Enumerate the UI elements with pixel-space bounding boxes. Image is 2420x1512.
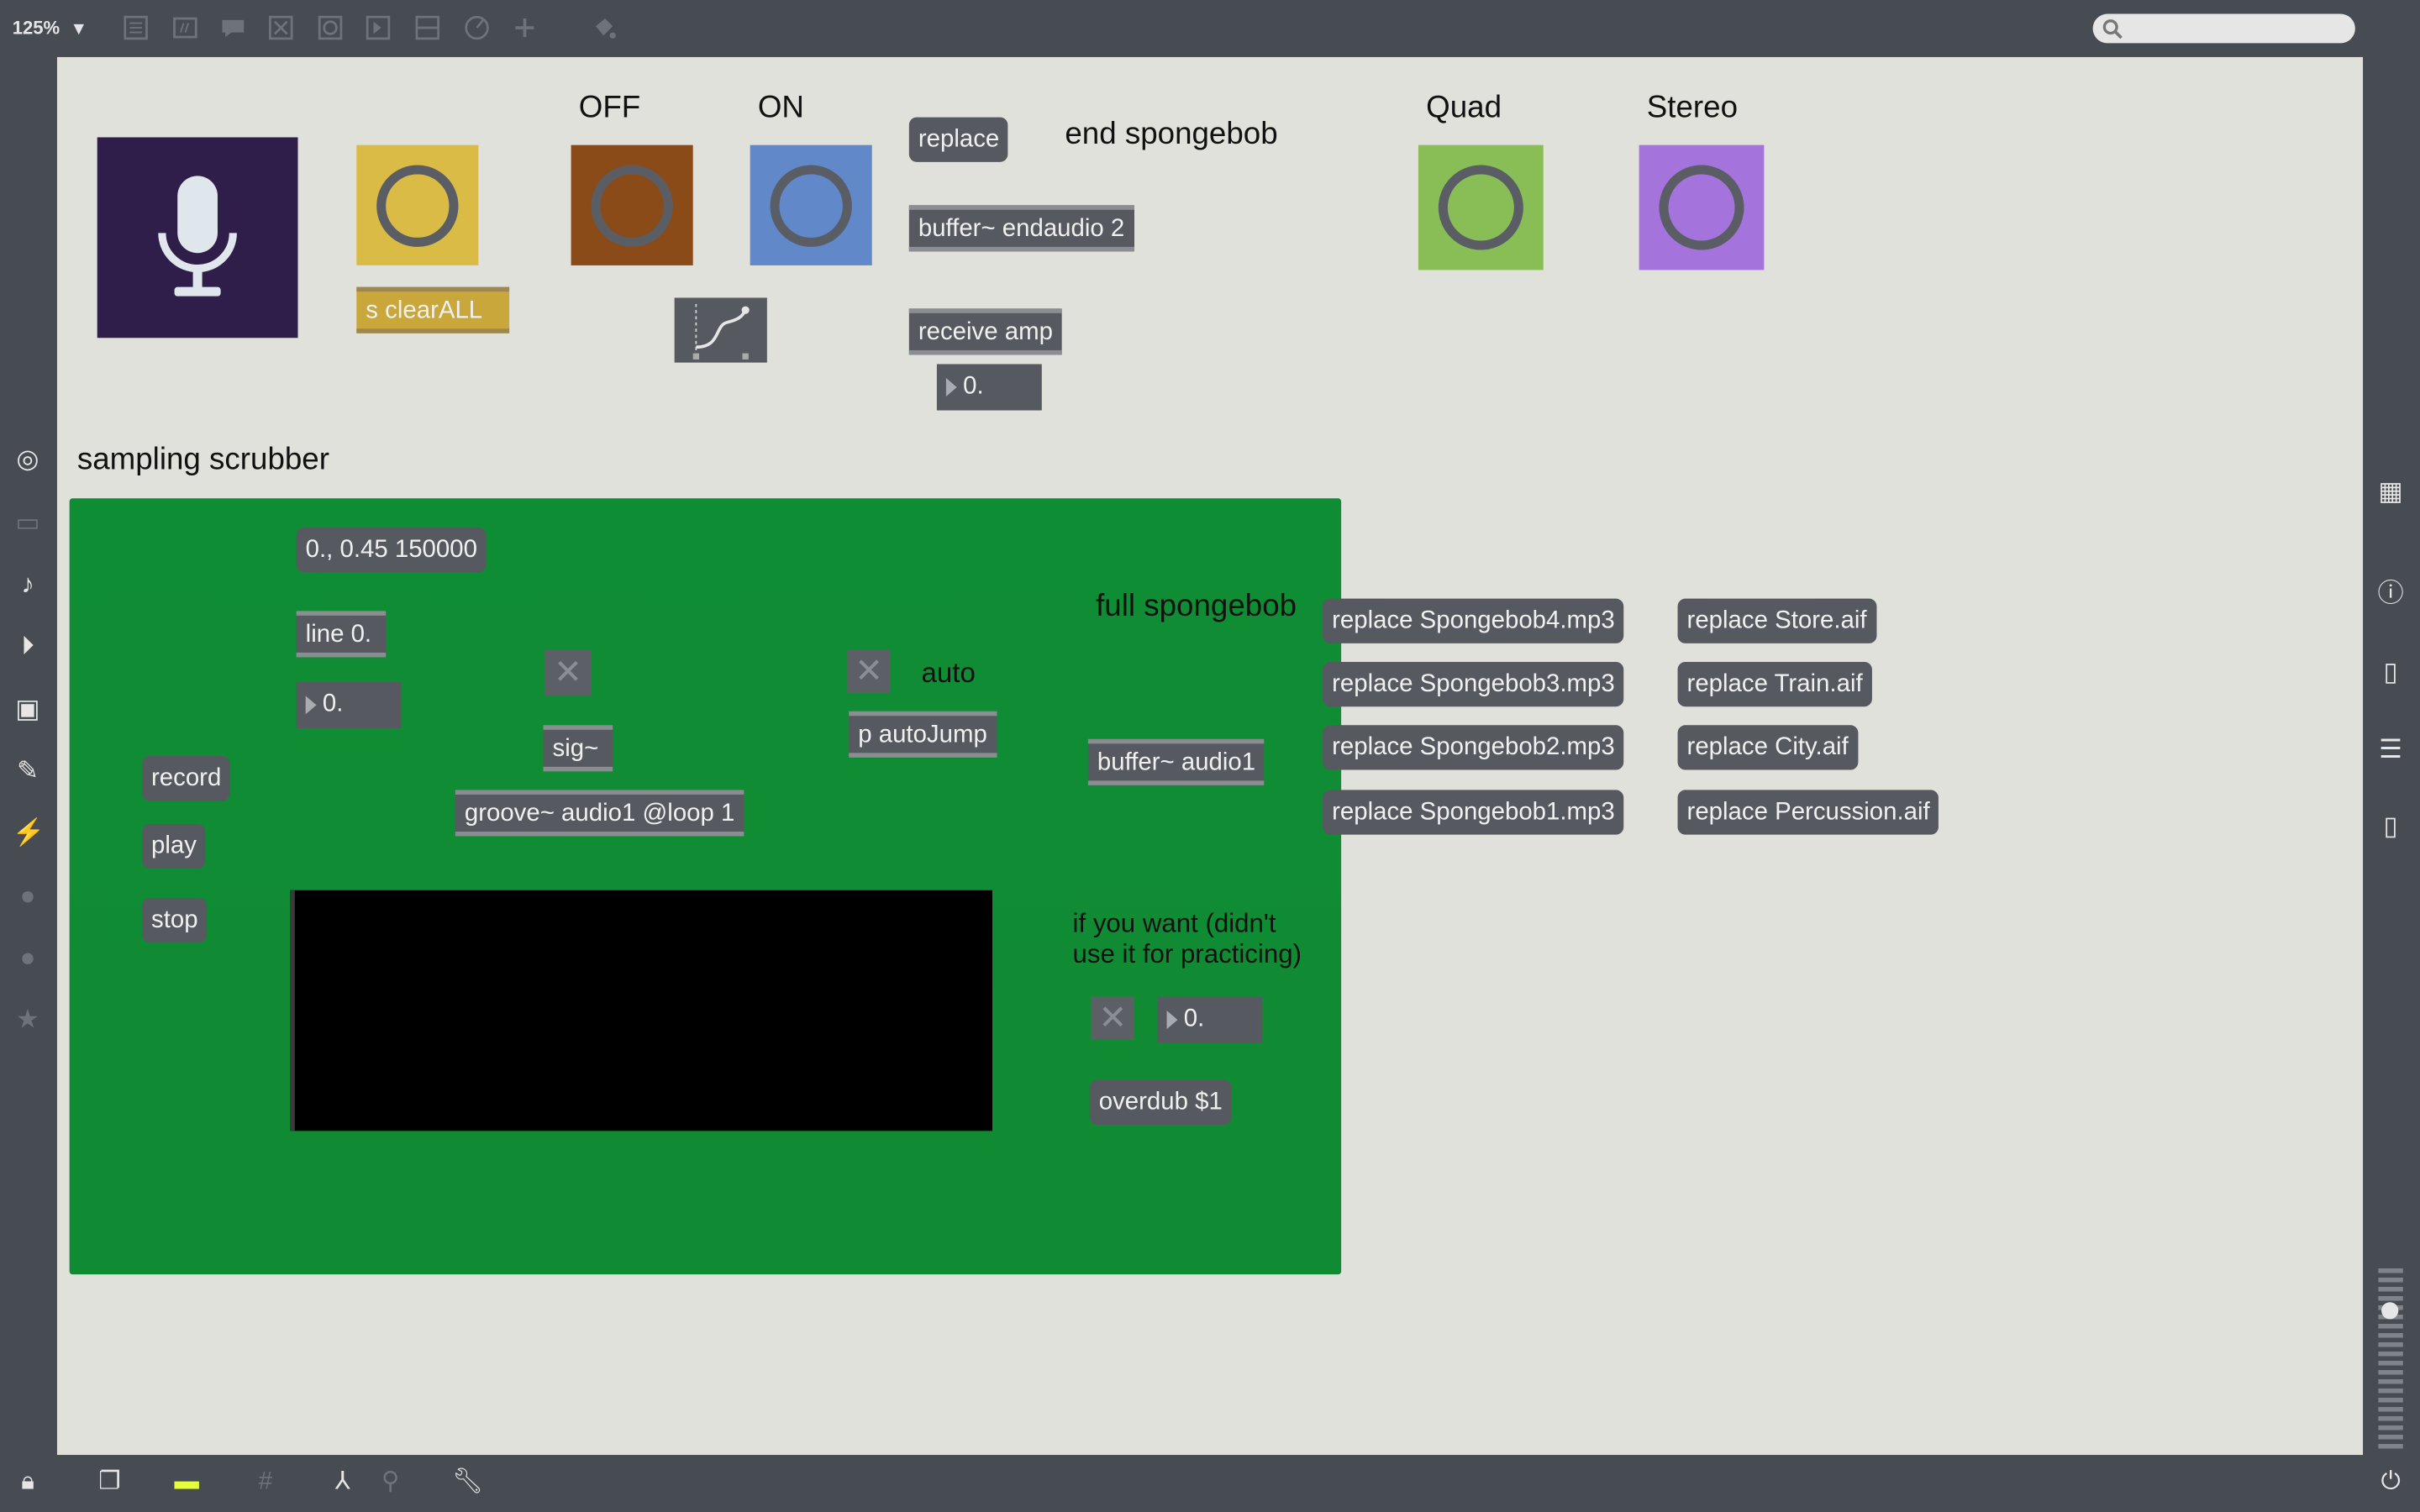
off-button[interactable] xyxy=(571,144,693,265)
keyboard-icon[interactable]: ▦ xyxy=(2375,477,2407,508)
music-note-icon[interactable]: ♪ xyxy=(13,570,44,601)
autojump-object[interactable]: p autoJump xyxy=(849,711,997,758)
function-curve-object[interactable] xyxy=(674,297,767,363)
star-icon[interactable]: ★ xyxy=(13,1005,44,1036)
inspector-icon[interactable] xyxy=(122,14,150,42)
plug-icon[interactable]: ⚡ xyxy=(13,817,45,848)
zoom-menu[interactable]: 125% ▾ xyxy=(13,17,84,39)
stereo-button[interactable] xyxy=(1639,144,1765,270)
button-ring xyxy=(591,165,673,247)
amp-number-box[interactable]: 0. xyxy=(936,364,1042,411)
reference-icon[interactable]: ▯ xyxy=(2375,811,2407,843)
vimeo-icon[interactable]: ● xyxy=(13,881,44,912)
chevron-down-icon: ▾ xyxy=(74,17,84,39)
plus-icon[interactable] xyxy=(511,14,539,42)
replace-percussion-message[interactable]: replace Percussion.aif xyxy=(1677,790,1939,835)
info-icon[interactable]: ⓘ xyxy=(2375,579,2407,610)
replace-message[interactable]: replace xyxy=(908,117,1009,162)
book-icon[interactable]: ▯ xyxy=(2375,657,2407,688)
clear-all-button[interactable] xyxy=(356,144,479,265)
list-icon[interactable]: ☰ xyxy=(2375,734,2407,765)
button-ring xyxy=(1438,165,1523,250)
search-input[interactable] xyxy=(2092,13,2355,44)
volume-meter[interactable] xyxy=(2378,1268,2403,1451)
comment-icon[interactable] xyxy=(219,14,247,42)
curve-icon xyxy=(692,303,750,360)
button-ring xyxy=(1659,165,1744,250)
overdub-toggle[interactable]: ✕ xyxy=(1091,996,1134,1040)
play-list-icon[interactable]: ⏵ xyxy=(13,631,44,662)
overdub-message[interactable]: overdub $1 xyxy=(1089,1079,1232,1125)
stereo-label: Stereo xyxy=(1646,91,1739,125)
quad-button[interactable] xyxy=(1418,144,1544,270)
replace-train-message[interactable]: replace Train.aif xyxy=(1677,661,1872,707)
receive-amp-object[interactable]: receive amp xyxy=(908,308,1062,355)
auto-label: auto xyxy=(921,657,976,689)
full-spongebob-label: full spongebob xyxy=(1096,589,1297,624)
on-label: ON xyxy=(757,91,804,125)
buffer-audio1-object[interactable]: buffer~ audio1 xyxy=(1087,738,1265,785)
groove-object[interactable]: groove~ audio1 @loop 1 xyxy=(455,790,744,837)
hierarchy-icon[interactable]: ⅄ xyxy=(327,1467,358,1499)
replace-spongebob3-message[interactable]: replace Spongebob3.mp3 xyxy=(1323,661,1624,707)
line-number-box[interactable]: 0. xyxy=(296,681,402,728)
replace-spongebob1-message[interactable]: replace Spongebob1.mp3 xyxy=(1323,790,1624,835)
on-button[interactable] xyxy=(750,144,872,265)
mic-button[interactable] xyxy=(97,137,298,339)
replace-store-message[interactable]: replace Store.aif xyxy=(1677,598,1876,643)
waveform-display[interactable] xyxy=(290,890,993,1131)
replace-spongebob4-message[interactable]: replace Spongebob4.mp3 xyxy=(1323,598,1624,643)
slider-icon[interactable] xyxy=(413,14,441,42)
presentation-icon[interactable]: ▬ xyxy=(171,1467,203,1499)
image-icon[interactable]: ▣ xyxy=(13,695,44,726)
sampling-scrubber-label: sampling scrubber xyxy=(76,443,329,477)
bottom-toolbar xyxy=(0,1455,2420,1512)
play-message[interactable]: play xyxy=(141,823,206,869)
media-icon[interactable]: ▭ xyxy=(13,507,44,538)
auto-toggle[interactable]: ✕ xyxy=(847,649,891,693)
bang-icon[interactable] xyxy=(317,14,345,42)
attach-icon[interactable]: ⚲ xyxy=(375,1467,406,1499)
buffer-endaudio-object[interactable]: buffer~ endaudio 2 xyxy=(908,205,1134,252)
volume-slider-knob[interactable] xyxy=(2381,1302,2399,1320)
toggle-icon[interactable] xyxy=(267,14,295,42)
paperclip-icon[interactable]: ✎ xyxy=(13,756,44,787)
sig-object[interactable]: sig~ xyxy=(543,725,613,772)
windows-icon[interactable]: ❐ xyxy=(94,1467,125,1499)
sig-toggle[interactable]: ✕ xyxy=(544,649,592,696)
wrench-icon[interactable]: 🔧︎ xyxy=(452,1467,483,1499)
button-ring xyxy=(376,165,459,247)
paint-bucket-icon[interactable] xyxy=(590,14,618,42)
record-message[interactable]: record xyxy=(141,755,231,801)
end-spongebob-label: end spongebob xyxy=(1065,117,1278,151)
replace-city-message[interactable]: replace City.aif xyxy=(1677,725,1858,770)
b-icon[interactable]: ● xyxy=(13,942,44,974)
power-icon[interactable]: ⏻ xyxy=(2375,1467,2407,1499)
grid-icon[interactable]: # xyxy=(250,1467,281,1499)
microphone-icon xyxy=(158,176,237,297)
line-target-message[interactable]: 0., 0.45 150000 xyxy=(296,528,487,573)
s-clearall-object[interactable]: s clearALL xyxy=(356,286,510,333)
top-toolbar xyxy=(0,0,2420,57)
off-label: OFF xyxy=(578,91,641,125)
lock-icon[interactable]: 🔒︎ xyxy=(13,1467,44,1499)
search-icon xyxy=(2102,19,2123,39)
button-ring xyxy=(770,165,852,247)
overdub-number-box[interactable]: 0. xyxy=(1157,996,1263,1043)
message-box-icon[interactable] xyxy=(171,14,199,42)
dial-icon[interactable] xyxy=(463,14,491,42)
number-box-icon[interactable] xyxy=(364,14,392,42)
if-you-want-label: if you want (didn't use it for practicin… xyxy=(1072,908,1302,969)
line-object[interactable]: line 0. xyxy=(296,611,387,658)
stop-message[interactable]: stop xyxy=(141,897,208,943)
quad-label: Quad xyxy=(1426,91,1502,125)
zoom-value: 125% xyxy=(12,17,60,39)
target-icon[interactable]: ◎ xyxy=(13,444,44,475)
replace-spongebob2-message[interactable]: replace Spongebob2.mp3 xyxy=(1323,725,1624,770)
